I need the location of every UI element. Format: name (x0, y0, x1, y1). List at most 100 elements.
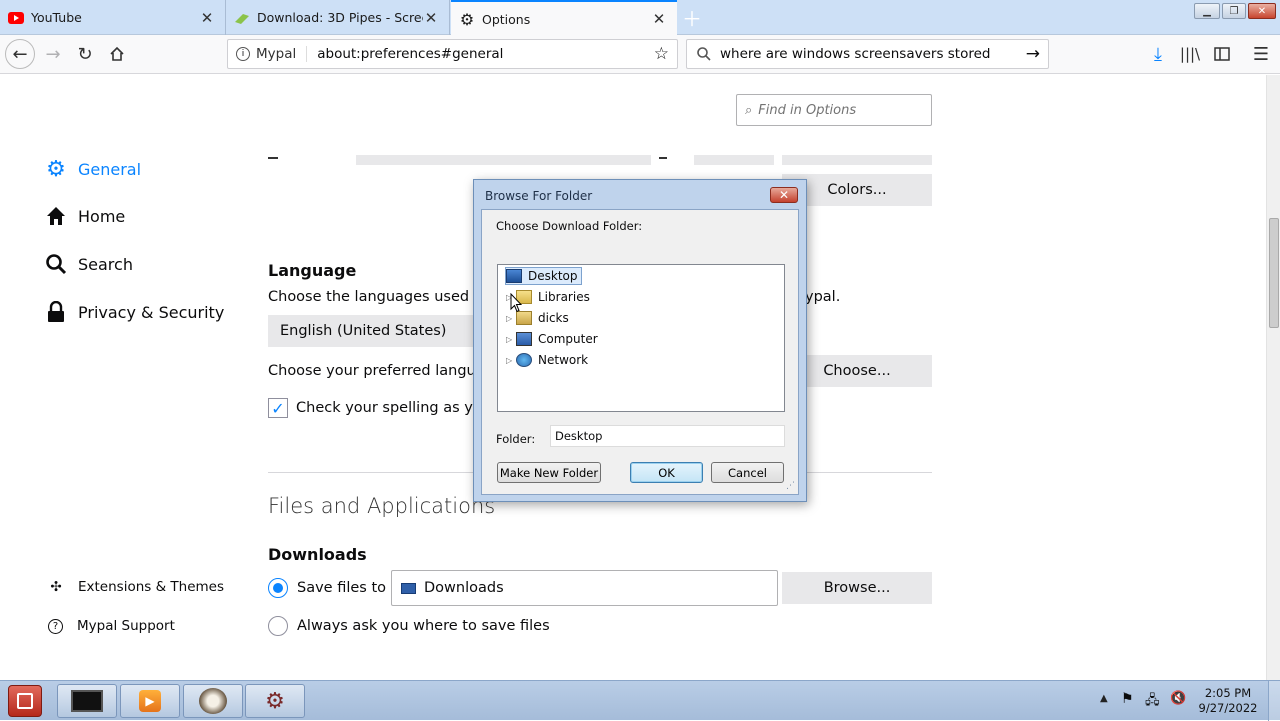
mouse-cursor-icon (510, 293, 522, 313)
spellcheck-label: Check your spelling as you (296, 400, 491, 416)
url-bar[interactable]: i Mypal about:preferences#general ☆ (227, 39, 678, 69)
network-tray-icon[interactable]: 🖧 (1145, 691, 1160, 713)
forward-button[interactable]: → (38, 39, 68, 69)
tree-item-desktop[interactable]: Desktop (505, 267, 582, 285)
hamburger-icon: ☰ (1252, 43, 1270, 65)
volume-muted-icon[interactable]: 🔇 (1170, 691, 1186, 706)
make-new-folder-button[interactable]: Make New Folder (497, 462, 601, 483)
navigation-toolbar: ← → ↻ i Mypal about:preferences#general … (0, 35, 1280, 74)
tree-item-label: Desktop (528, 269, 578, 283)
sidebar-item-privacy[interactable]: Privacy & Security (44, 301, 224, 323)
page-scrollbar[interactable] (1266, 75, 1280, 680)
tree-item-computer[interactable]: ▷ Computer (506, 330, 598, 348)
start-icon (17, 693, 33, 709)
menu-button[interactable]: ☰ (1246, 39, 1276, 69)
scrollbar-thumb[interactable] (1269, 218, 1279, 328)
forward-arrow-icon: → (45, 43, 61, 65)
language-select[interactable]: English (United States) (268, 315, 478, 347)
download-folder-value: Downloads (424, 580, 504, 596)
dialog-close-button[interactable]: ✕ (770, 187, 798, 203)
back-button[interactable]: ← (5, 39, 35, 69)
always-ask-radio[interactable] (268, 616, 288, 636)
taskbar-browser[interactable] (183, 684, 243, 718)
sidebar-item-label: General (78, 160, 142, 179)
window-close-button[interactable]: ✕ (1248, 3, 1276, 19)
sidebar-item-general[interactable]: ⚙ General (44, 157, 141, 182)
home-icon (44, 205, 68, 227)
mypal-raccoon-icon (199, 688, 227, 714)
maximize-button[interactable]: ❐ (1222, 3, 1246, 19)
close-icon[interactable]: ✕ (651, 10, 667, 28)
resize-grip-icon[interactable]: ⋰ (786, 481, 798, 493)
sidebar-item-label: Home (78, 206, 126, 226)
new-tab-button[interactable]: ＋ (680, 5, 704, 31)
sidebar-support-link[interactable]: ? Mypal Support (48, 618, 175, 634)
search-bar[interactable]: where are windows screensavers stored → (686, 39, 1049, 69)
sidebar-item-label: Privacy & Security (78, 302, 225, 322)
lock-icon (44, 301, 68, 323)
spellcheck-checkbox[interactable]: ✓ (268, 398, 288, 418)
expand-arrow-icon[interactable]: ▷ (506, 356, 516, 365)
tab-download-3d-pipes[interactable]: Download: 3D Pipes - Screensa ✕ (226, 0, 450, 35)
find-in-options-input[interactable]: ⌕ Find in Options (736, 94, 932, 126)
monitor-icon (71, 690, 103, 712)
tray-expand-icon[interactable]: ▲ (1100, 693, 1108, 704)
expand-arrow-icon[interactable]: ▷ (506, 335, 516, 344)
download-folder-field[interactable]: Downloads (391, 570, 778, 606)
sidebar-icon (1214, 47, 1230, 61)
tree-item-label: Computer (538, 332, 598, 346)
url-text[interactable]: about:preferences#general (317, 46, 654, 62)
start-button[interactable] (8, 685, 42, 717)
taskbar-media-player[interactable]: ▶ (120, 684, 180, 718)
folder-name-input[interactable]: Desktop (550, 425, 785, 447)
clipped-button (782, 155, 932, 165)
ok-button[interactable]: OK (630, 462, 703, 483)
search-input[interactable]: where are windows screensavers stored (720, 46, 1026, 62)
sidebar-button[interactable] (1207, 39, 1237, 69)
search-go-arrow-icon[interactable]: → (1026, 44, 1040, 64)
back-arrow-icon: ← (12, 43, 28, 65)
close-icon[interactable]: ✕ (423, 9, 439, 27)
find-placeholder: Find in Options (758, 102, 857, 118)
always-ask-label: Always ask you where to save files (297, 618, 550, 634)
home-button[interactable] (102, 39, 132, 69)
preferred-language-label: Choose your preferred languag (268, 363, 494, 379)
tree-item-label: Network (538, 353, 589, 367)
minimize-button[interactable]: ▁ (1194, 3, 1220, 19)
sidebar-item-search[interactable]: Search (44, 253, 133, 275)
sidebar-item-home[interactable]: Home (44, 205, 125, 227)
browse-button[interactable]: Browse... (782, 572, 932, 604)
tab-options[interactable]: ⚙ Options ✕ (451, 0, 677, 36)
bookmark-star-icon[interactable]: ☆ (654, 44, 669, 64)
clock-date: 9/27/2022 (1198, 701, 1258, 715)
folder-tree[interactable]: Desktop ▷ Libraries ▷ dicks ▷ Computer ▷… (497, 264, 785, 412)
help-icon: ? (48, 618, 63, 634)
sidebar-extensions-link[interactable]: ✣ Extensions & Themes (48, 579, 224, 595)
tab-title: YouTube (31, 10, 82, 25)
taskbar-settings-app[interactable]: ⚙ (245, 684, 305, 718)
library-button[interactable]: |||\ (1175, 39, 1205, 69)
expand-arrow-icon[interactable]: ▷ (506, 314, 516, 323)
show-desktop-button[interactable] (1268, 681, 1280, 721)
save-files-radio[interactable] (268, 578, 288, 598)
reload-button[interactable]: ↻ (70, 39, 100, 69)
close-icon: ✕ (778, 188, 790, 202)
sidebar-item-label: Search (78, 254, 133, 274)
download-arrow-icon: ⤓ (1154, 43, 1162, 65)
close-icon[interactable]: ✕ (199, 9, 215, 27)
tab-youtube[interactable]: YouTube ✕ (0, 0, 226, 35)
clipped-text (659, 157, 667, 159)
files-applications-heading: Files and Applications (268, 494, 496, 518)
language-description: Choose the languages used to d (268, 289, 503, 305)
downloads-button[interactable]: ⤓ (1143, 39, 1173, 69)
dialog-body: Choose Download Folder: Desktop ▷ Librar… (481, 209, 799, 495)
cancel-button[interactable]: Cancel (711, 462, 784, 483)
folder-icon (401, 582, 416, 594)
taskbar-terminal[interactable] (57, 684, 117, 718)
clock[interactable]: 2:05 PM 9/27/2022 (1196, 686, 1260, 716)
tree-item-network[interactable]: ▷ Network (506, 351, 588, 369)
action-center-flag-icon[interactable]: ⚑ (1121, 691, 1134, 707)
clipped-select (356, 155, 651, 165)
search-icon: ⌕ (745, 102, 753, 118)
info-icon[interactable]: i (236, 47, 250, 61)
